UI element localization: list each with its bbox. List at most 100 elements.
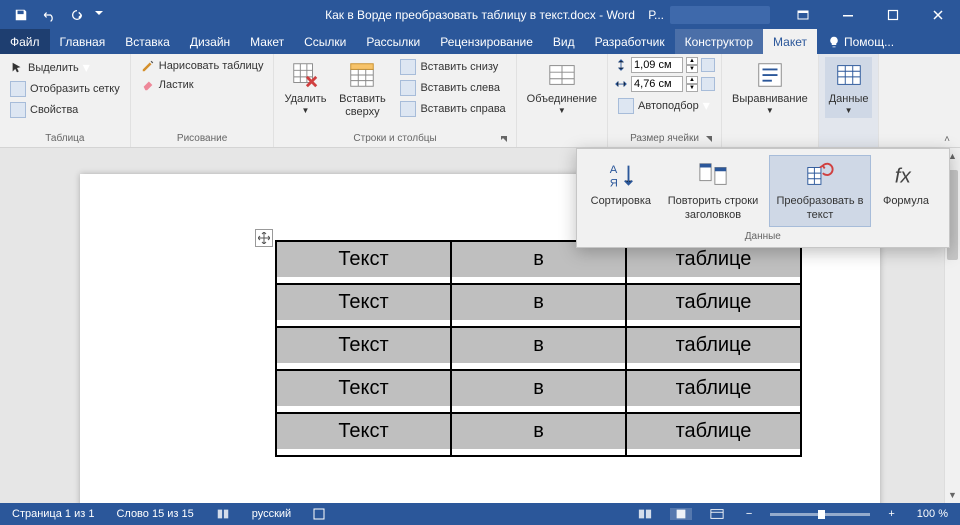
read-mode-button[interactable]	[634, 508, 656, 520]
table-cell[interactable]: таблице	[626, 327, 801, 370]
qat-customize-button[interactable]	[92, 4, 106, 26]
insert-left-button[interactable]: Вставить слева	[396, 78, 509, 98]
profile-short[interactable]: Р...	[648, 8, 664, 22]
redo-button[interactable]	[64, 4, 90, 26]
tab-home[interactable]: Главная	[50, 29, 116, 54]
col-width-down[interactable]: ▼	[686, 84, 698, 92]
table-cell[interactable]: Текст	[276, 327, 451, 370]
save-button[interactable]	[8, 4, 34, 26]
table-move-handle[interactable]	[255, 229, 273, 247]
zoom-slider[interactable]	[770, 513, 870, 516]
svg-text:Я: Я	[610, 177, 618, 189]
word-table[interactable]: ТекствтаблицеТекствтаблицеТекствтаблицеТ…	[275, 240, 802, 457]
table-cell[interactable]: Текст	[276, 370, 451, 413]
tab-references[interactable]: Ссылки	[294, 29, 356, 54]
macro-status[interactable]	[309, 508, 329, 520]
row-height-down[interactable]: ▼	[686, 65, 698, 73]
zoom-level[interactable]: 100 %	[913, 508, 952, 520]
minimize-button[interactable]	[825, 0, 870, 29]
table-cell[interactable]: в	[451, 284, 626, 327]
col-width-input[interactable]	[631, 76, 683, 92]
undo-button[interactable]	[36, 4, 62, 26]
spellcheck-status[interactable]	[212, 507, 234, 521]
scroll-down-button[interactable]: ▼	[945, 487, 960, 503]
table-cell[interactable]: в	[451, 370, 626, 413]
cell-size-launcher[interactable]	[703, 133, 715, 145]
view-gridlines-button[interactable]: Отобразить сетку	[6, 79, 124, 99]
table-row[interactable]: Текствтаблице	[276, 413, 801, 456]
formula-label: Формула	[883, 195, 929, 209]
tab-file[interactable]: Файл	[0, 29, 50, 54]
sort-button[interactable]: АЯ Сортировка	[585, 155, 657, 227]
table-row[interactable]: Текствтаблице	[276, 327, 801, 370]
table-cell[interactable]: таблице	[626, 284, 801, 327]
table-row[interactable]: Текствтаблице	[276, 284, 801, 327]
table-cell[interactable]: Текст	[276, 241, 451, 284]
tab-layout[interactable]: Макет	[240, 29, 294, 54]
page-number-status[interactable]: Страница 1 из 1	[8, 508, 98, 520]
draw-table-button[interactable]: Нарисовать таблицу	[137, 57, 268, 75]
table-cell[interactable]: таблице	[626, 370, 801, 413]
table-cell[interactable]: Текст	[276, 413, 451, 456]
col-width-icon	[614, 77, 628, 91]
convert-to-text-button[interactable]: Преобразовать в текст	[769, 155, 871, 227]
insert-below-button[interactable]: Вставить снизу	[396, 57, 509, 77]
table-cell[interactable]: в	[451, 413, 626, 456]
ribbon-display-options-button[interactable]	[780, 0, 825, 29]
table-cell[interactable]: в	[451, 327, 626, 370]
zoom-in-button[interactable]: +	[884, 508, 898, 520]
data-button[interactable]: Данные ▼	[825, 57, 873, 118]
properties-button[interactable]: Свойства	[6, 100, 124, 120]
insert-above-button[interactable]: Вставить сверху	[330, 57, 394, 121]
group-merge-label	[523, 142, 601, 147]
table-cell[interactable]: таблице	[626, 413, 801, 456]
sort-icon: АЯ	[606, 160, 636, 190]
repeat-header-button[interactable]: Повторить строки заголовков	[657, 155, 769, 227]
dropdown-icon: ▾	[83, 59, 90, 76]
autofit-button[interactable]: Автоподбор ▾	[614, 95, 715, 116]
delete-button[interactable]: Удалить ▼	[280, 57, 330, 118]
tab-table-layout[interactable]: Макет	[763, 29, 817, 54]
alignment-button[interactable]: Выравнивание ▼	[728, 57, 812, 118]
word-count-status[interactable]: Слово 15 из 15	[112, 508, 197, 520]
zoom-out-button[interactable]: −	[742, 508, 756, 520]
tab-mailings[interactable]: Рассылки	[356, 29, 430, 54]
tab-help[interactable]: Помощ...	[818, 29, 904, 54]
table-row[interactable]: Текствтаблице	[276, 370, 801, 413]
distribute-rows-button[interactable]	[701, 58, 715, 72]
collapse-ribbon-button[interactable]: ˄	[944, 134, 950, 145]
tab-review[interactable]: Рецензирование	[430, 29, 543, 54]
close-window-button[interactable]	[915, 0, 960, 29]
group-rows-cols: Удалить ▼ Вставить сверху Вставить снизу…	[274, 54, 516, 147]
row-height-up[interactable]: ▲	[686, 57, 698, 65]
row-height-input[interactable]	[631, 57, 683, 73]
book-icon	[216, 507, 230, 521]
rows-cols-launcher[interactable]	[498, 133, 510, 145]
web-layout-button[interactable]	[706, 508, 728, 520]
table-cell[interactable]: Текст	[276, 284, 451, 327]
select-button[interactable]: Выделить ▾	[6, 57, 124, 78]
col-width-up[interactable]: ▲	[686, 76, 698, 84]
eraser-button[interactable]: Ластик	[137, 76, 268, 94]
insert-right-button[interactable]: Вставить справа	[396, 99, 509, 119]
alignment-icon	[755, 60, 785, 90]
maximize-button[interactable]	[870, 0, 915, 29]
tab-developer[interactable]: Разработчик	[585, 29, 675, 54]
merge-icon	[547, 60, 577, 90]
tab-view[interactable]: Вид	[543, 29, 585, 54]
formula-button[interactable]: fx Формула	[871, 155, 941, 227]
distribute-cols-button[interactable]	[701, 77, 715, 91]
print-layout-button[interactable]	[670, 508, 692, 520]
row-height-icon	[614, 58, 628, 72]
convert-label: Преобразовать в текст	[775, 195, 865, 223]
tab-insert[interactable]: Вставка	[115, 29, 180, 54]
insert-above-label: Вставить сверху	[334, 93, 390, 119]
data-label: Данные	[829, 93, 869, 106]
language-status[interactable]: русский	[248, 508, 295, 520]
merge-button[interactable]: Объединение ▼	[523, 57, 601, 118]
account-name-obscured[interactable]	[670, 6, 770, 24]
zoom-slider-thumb[interactable]	[818, 510, 825, 519]
eraser-label: Ластик	[159, 79, 194, 91]
tab-design[interactable]: Дизайн	[180, 29, 240, 54]
tab-table-design[interactable]: Конструктор	[675, 29, 763, 54]
